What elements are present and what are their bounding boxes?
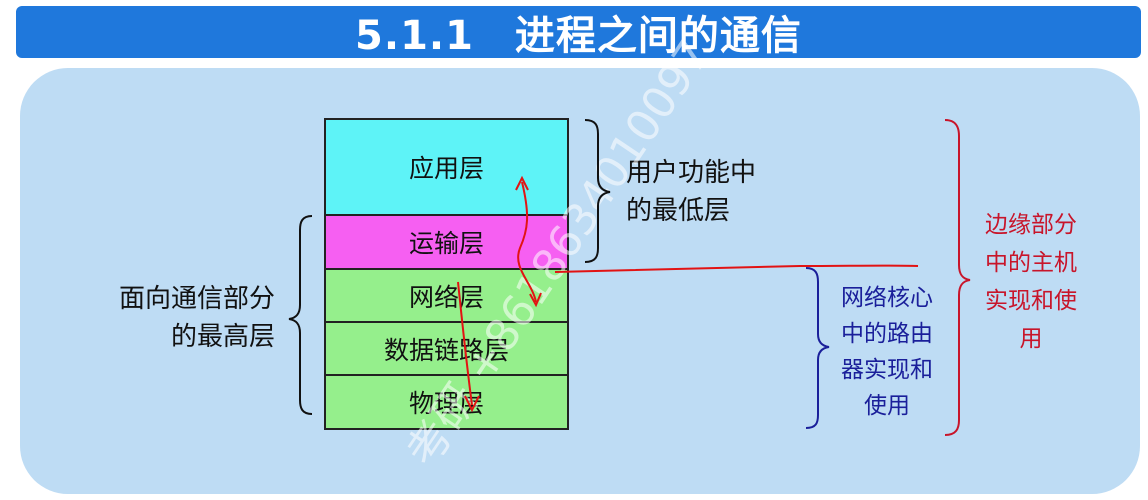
- communication-brace: [288, 215, 313, 415]
- watermark: 考研 +8618634010097: [397, 31, 720, 476]
- annotation-overlay: 考研 +8618634010097: [288, 31, 971, 476]
- boundary-line: [554, 264, 919, 273]
- edge-brace: [944, 119, 971, 436]
- network-core-brace: [805, 267, 830, 429]
